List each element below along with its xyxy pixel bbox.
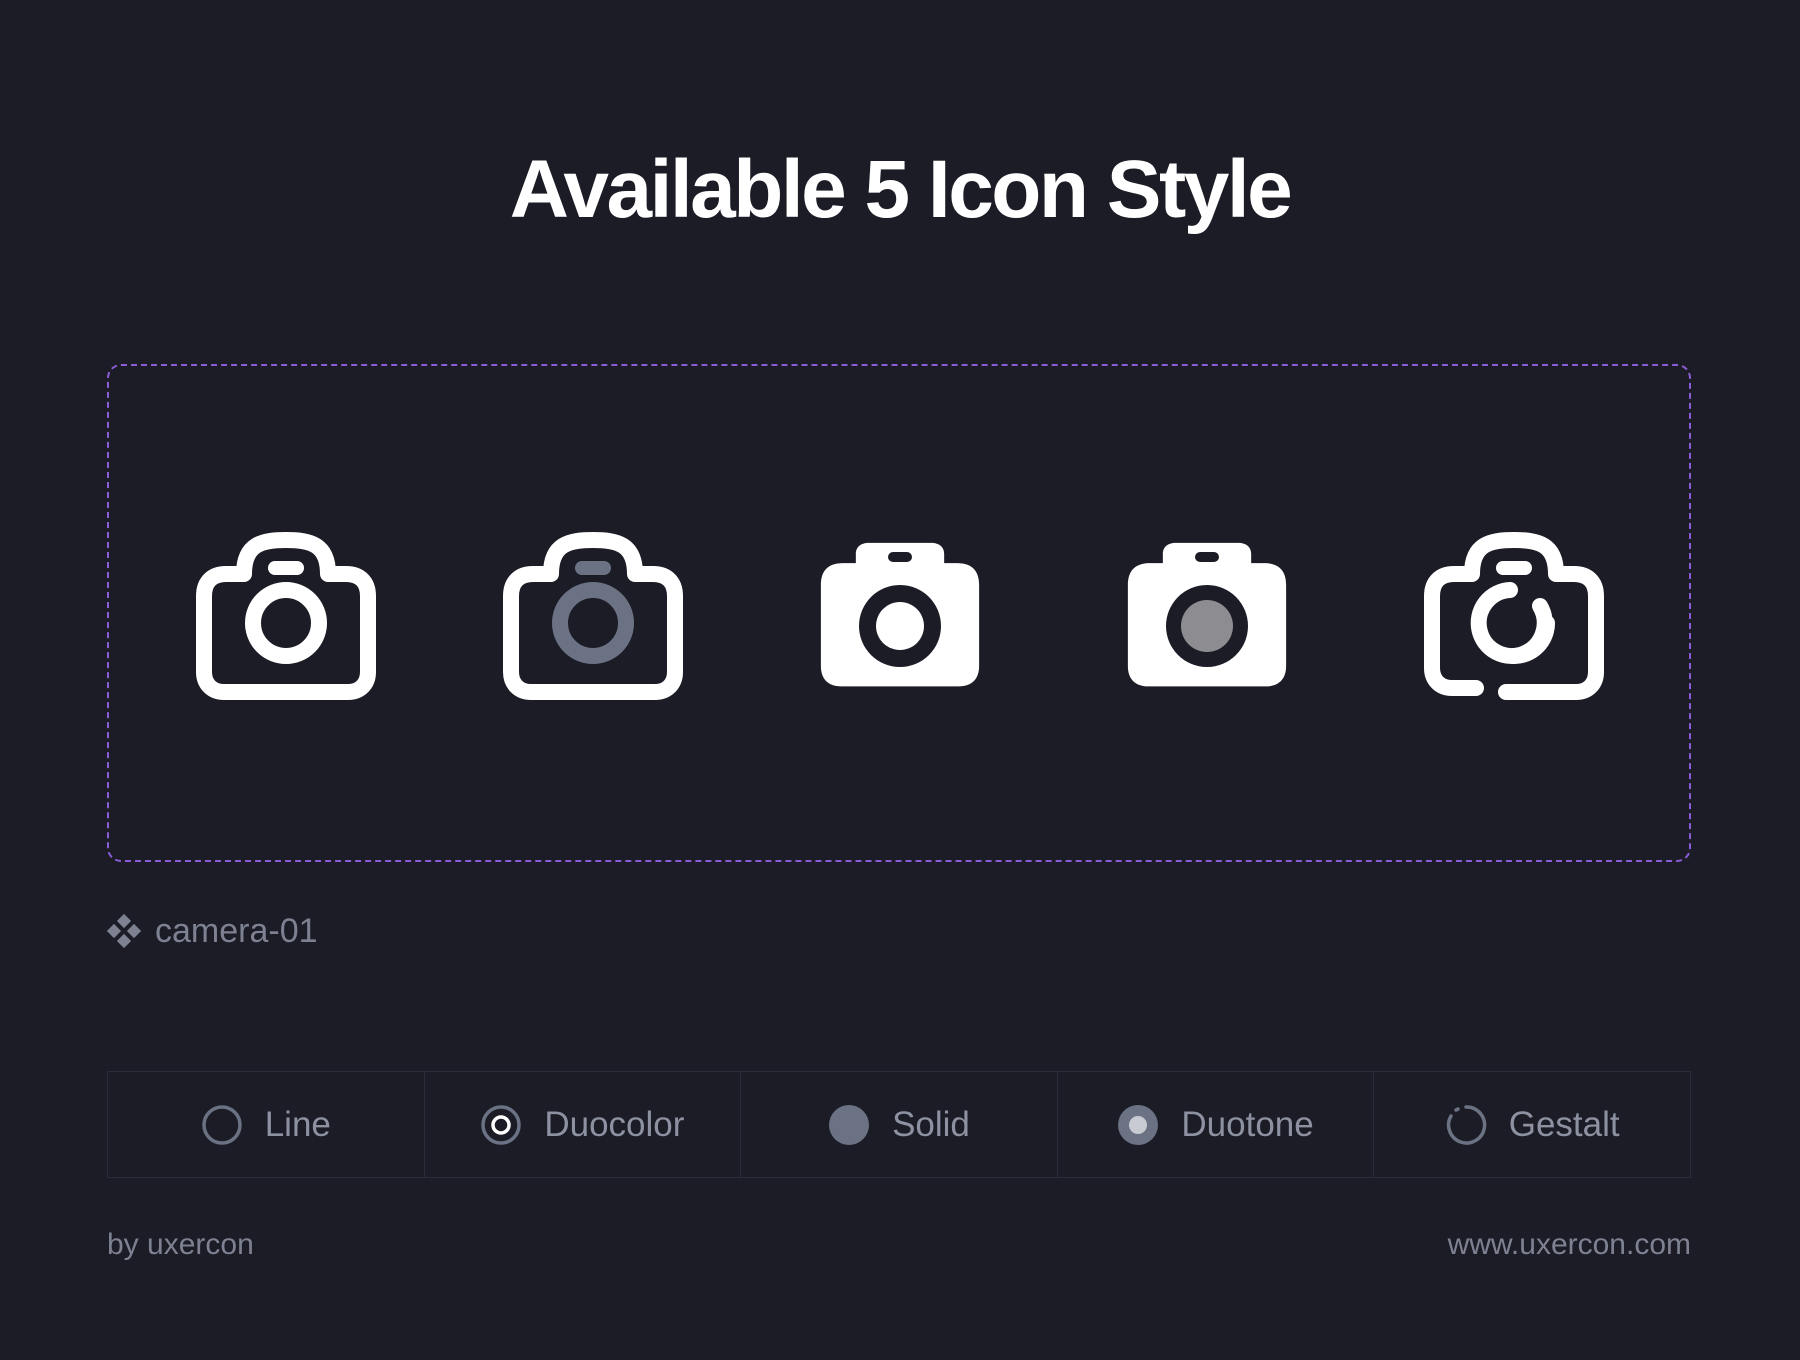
icon-name-text: camera-01: [155, 911, 318, 950]
tab-duotone-label: Duotone: [1181, 1104, 1314, 1144]
tab-duotone[interactable]: Duotone: [1058, 1072, 1375, 1177]
tab-solid-label: Solid: [892, 1104, 970, 1144]
circle-outline-icon: [201, 1104, 242, 1145]
footer-website-link[interactable]: www.uxercon.com: [1448, 1228, 1691, 1262]
page-title: Available 5 Icon Style: [509, 144, 1293, 235]
circle-gestalt-icon: [1446, 1104, 1487, 1145]
circle-solid-icon: [829, 1104, 870, 1145]
camera-duotone-icon[interactable]: [1107, 530, 1307, 700]
tab-line-label: Line: [264, 1104, 331, 1144]
camera-line-icon[interactable]: [186, 530, 386, 700]
tab-duocolor-label: Duocolor: [544, 1104, 685, 1144]
circle-duotone-icon: [1118, 1104, 1159, 1145]
component-icon: [107, 914, 141, 948]
tab-duocolor[interactable]: Duocolor: [425, 1072, 742, 1177]
icon-name-label: camera-01: [107, 911, 318, 951]
tab-gestalt-label: Gestalt: [1508, 1104, 1620, 1144]
camera-duocolor-icon[interactable]: [493, 530, 693, 700]
tab-line[interactable]: Line: [108, 1072, 425, 1177]
tab-gestalt[interactable]: Gestalt: [1374, 1072, 1690, 1177]
camera-gestalt-icon[interactable]: [1414, 530, 1614, 700]
circle-duocolor-icon: [481, 1104, 522, 1145]
footer-author: by uxercon: [107, 1228, 254, 1261]
style-tabs: Line Duocolor Solid Duotone Gestalt: [107, 1071, 1691, 1178]
camera-solid-icon[interactable]: [800, 530, 1000, 700]
tab-solid[interactable]: Solid: [741, 1072, 1058, 1177]
